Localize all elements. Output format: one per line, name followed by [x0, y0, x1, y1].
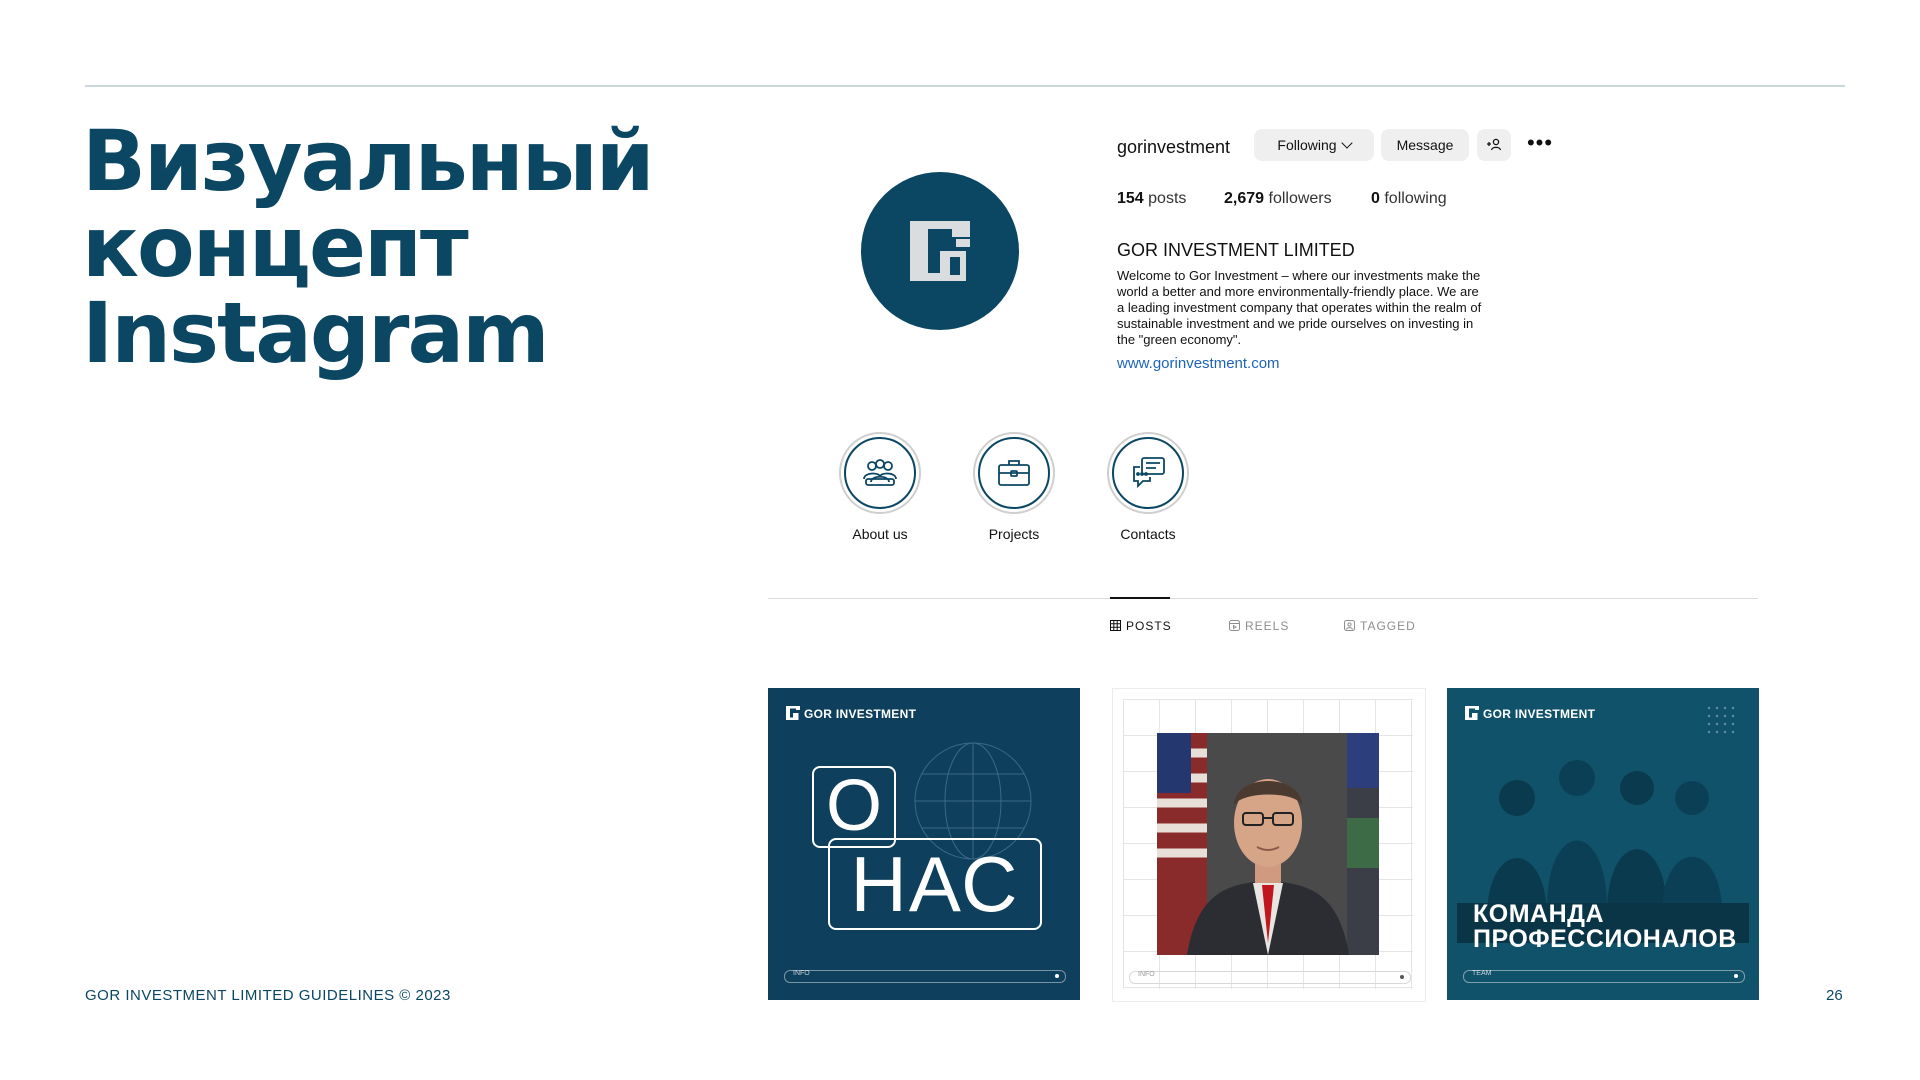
- post-footer-dot: [1055, 974, 1059, 978]
- tabs-divider: [768, 598, 1758, 599]
- highlight-projects[interactable]: Projects: [949, 432, 1079, 542]
- post-brand-label: GOR INVESTMENT: [1483, 707, 1596, 721]
- post-footer-bar: INFO: [784, 970, 1066, 983]
- post-footer-dot: [1734, 974, 1738, 978]
- tagged-icon: [1344, 620, 1355, 631]
- highlight-inner: [1112, 437, 1184, 509]
- stat-followers-label: followers: [1268, 190, 1332, 207]
- highlight-ring: [1107, 432, 1189, 514]
- bio-name: GOR INVESTMENT LIMITED: [1117, 240, 1355, 260]
- stat-posts-label: posts: [1148, 190, 1187, 207]
- briefcase-icon: [998, 460, 1030, 486]
- tab-posts-label: POSTS: [1126, 619, 1172, 633]
- post-brand: GOR INVESTMENT: [1465, 706, 1595, 721]
- post-footer-dot: [1400, 975, 1404, 979]
- top-divider: [85, 85, 1845, 87]
- post-brand: GOR INVESTMENT: [786, 706, 916, 721]
- stat-posts-count: 154: [1117, 190, 1144, 207]
- grid-icon: [1110, 620, 1121, 631]
- profile-username: gorinvestment: [1117, 137, 1231, 157]
- stat-posts[interactable]: 154 posts: [1117, 190, 1186, 208]
- highlight-contacts[interactable]: Contacts: [1083, 432, 1213, 542]
- profile-avatar[interactable]: [861, 172, 1019, 330]
- tab-reels[interactable]: REELS: [1229, 619, 1289, 633]
- post-footer-bar: INFO: [1129, 971, 1411, 984]
- post-footer-label: TEAM: [1472, 970, 1492, 977]
- portrait-illustration: [1157, 733, 1379, 955]
- tab-reels-label: REELS: [1245, 619, 1290, 633]
- highlight-about-us[interactable]: About us: [815, 432, 945, 542]
- suggest-users-button[interactable]: [1477, 129, 1511, 161]
- post-about-us[interactable]: GOR INVESTMENT О НАС INFO: [768, 688, 1080, 1000]
- more-options-button[interactable]: •••: [1524, 129, 1556, 161]
- post-caption-line: ПРОФЕССИОНАЛОВ: [1473, 925, 1737, 953]
- post-caption-line: КОМАНДА: [1473, 900, 1605, 928]
- bio-website-link[interactable]: www.gorinvestment.com: [1117, 355, 1280, 372]
- highlight-ring: [973, 432, 1055, 514]
- stat-followers-count: 2,679: [1224, 190, 1265, 207]
- chat-icon: [1133, 457, 1165, 489]
- following-button-label: Following: [1277, 137, 1337, 153]
- highlight-label: Contacts: [1120, 526, 1176, 542]
- post-caption: КОМАНДА ПРОФЕССИОНАЛОВ: [1473, 902, 1737, 952]
- gor-logo-icon: [786, 706, 800, 720]
- reels-icon: [1229, 620, 1240, 631]
- highlight-inner: [844, 437, 916, 509]
- post-portrait[interactable]: INFO: [1112, 688, 1426, 1002]
- page-number: 26: [1826, 987, 1843, 1004]
- post-heading-line1: О: [812, 766, 896, 848]
- portrait-photo: [1157, 733, 1379, 955]
- post-footer-label: INFO: [1138, 971, 1155, 978]
- add-user-icon: [1487, 138, 1502, 151]
- post-brand-label: GOR INVESTMENT: [804, 707, 917, 721]
- highlight-inner: [978, 437, 1050, 509]
- post-footer-label: INFO: [793, 970, 810, 977]
- stat-following-label: following: [1384, 190, 1447, 207]
- slide-title-line: Визуальный: [82, 112, 655, 210]
- footer-copyright: GOR INVESTMENT LIMITED GUIDELINES © 2023: [85, 987, 451, 1004]
- slide-title: Визуальный концепт Instagram: [82, 118, 782, 376]
- bio-text: Welcome to Gor Investment – where our in…: [1117, 268, 1482, 347]
- tab-posts[interactable]: POSTS: [1110, 619, 1172, 633]
- team-icon: [863, 459, 897, 486]
- stat-following[interactable]: 0 following: [1371, 190, 1447, 208]
- stat-following-count: 0: [1371, 190, 1380, 207]
- message-button[interactable]: Message: [1381, 129, 1469, 161]
- slide-title-line: концепт: [82, 198, 469, 296]
- highlight-ring: [839, 432, 921, 514]
- tab-tagged[interactable]: TAGGED: [1344, 619, 1416, 633]
- following-button[interactable]: Following: [1254, 129, 1374, 161]
- slide-title-line: Instagram: [82, 284, 550, 382]
- highlight-label: Projects: [988, 526, 1040, 542]
- gor-logo-icon: [1465, 706, 1479, 720]
- post-footer-bar: TEAM: [1463, 970, 1745, 983]
- stat-followers[interactable]: 2,679 followers: [1224, 190, 1332, 208]
- team-photo: [1447, 688, 1759, 1000]
- tab-tagged-label: TAGGED: [1360, 619, 1416, 633]
- post-heading-line2: НАС: [828, 838, 1042, 930]
- highlight-label: About us: [852, 526, 908, 542]
- post-team[interactable]: GOR INVESTMENT КОМАНДА ПРОФЕССИОНАЛОВ TE…: [1447, 688, 1759, 1000]
- chevron-down-icon: [1340, 137, 1353, 149]
- gor-logo-icon: [910, 221, 970, 281]
- active-tab-indicator: [1110, 597, 1170, 599]
